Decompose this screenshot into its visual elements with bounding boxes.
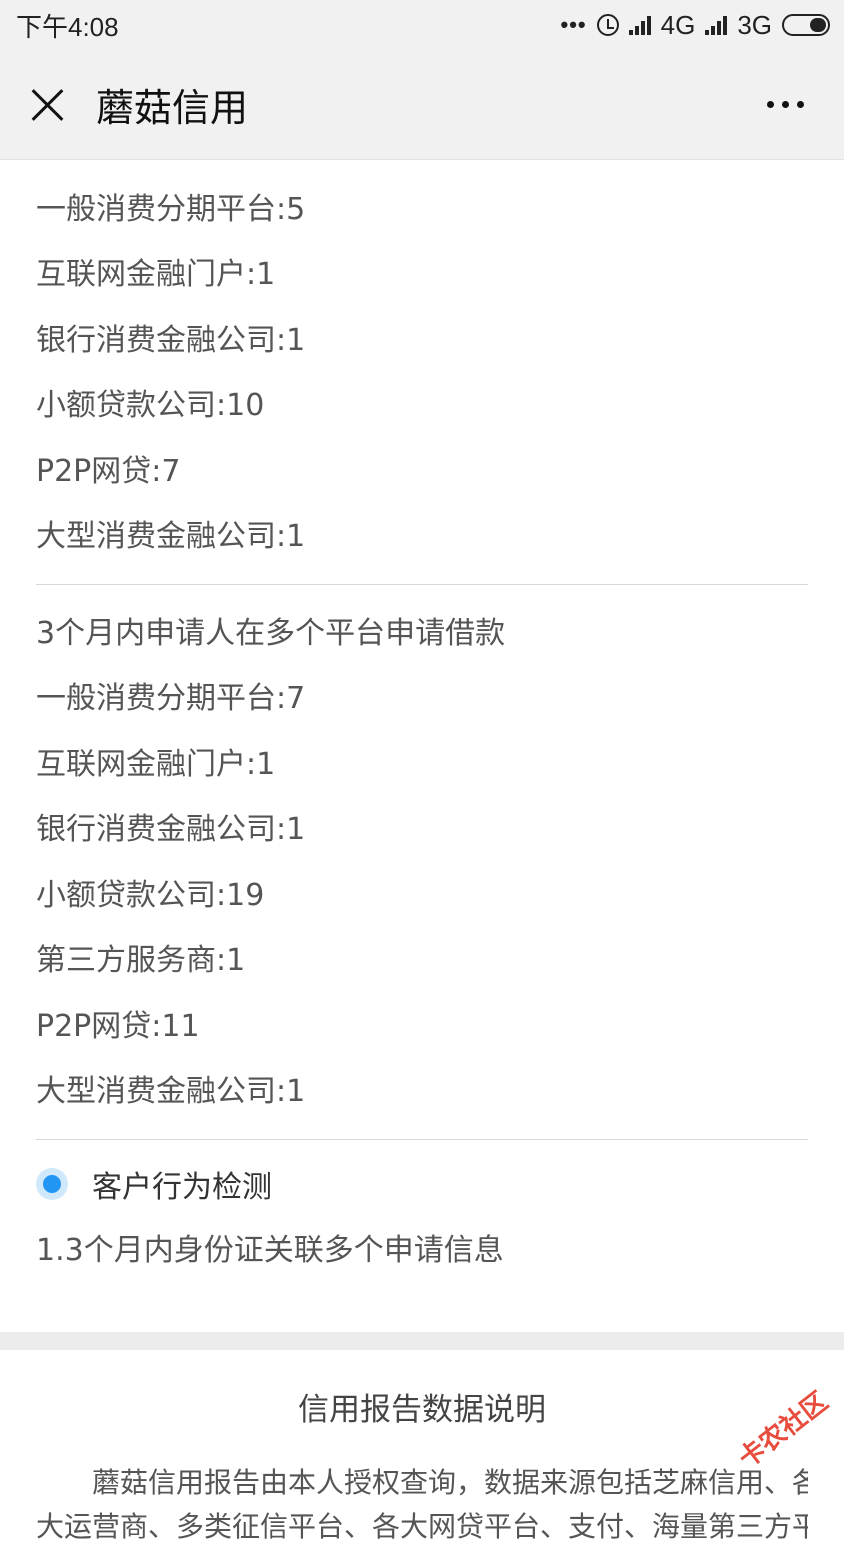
list-item: 大型消费金融公司:1 (36, 1074, 306, 1110)
list-item: P2P网贷:7 (36, 453, 181, 489)
close-icon[interactable] (30, 87, 66, 123)
list-item: 银行消费金融公司:1 (36, 812, 306, 848)
divider (36, 1139, 808, 1140)
list-item: 小额贷款公司:10 (36, 388, 265, 424)
list-item: 互联网金融门户:1 (36, 746, 276, 782)
signal-icon-2 (705, 15, 728, 35)
list-item: 第三方服务商:1 (36, 943, 246, 979)
signal-icon (628, 15, 651, 35)
report-footer: 信用报告数据说明 蘑菇信用报告由本人授权查询，数据来源包括芝麻信用、各 大运营商… (0, 1350, 844, 1543)
more-notifications-icon: ••• (560, 12, 587, 37)
platform-list-1: 一般消费分期平台:5 互联网金融门户:1 银行消费金融公司:1 小额贷款公司:1… (0, 161, 844, 566)
behavior-title: 客户行为检测 (92, 1170, 272, 1205)
status-time: 下午4:08 (16, 11, 119, 42)
list-item: 一般消费分期平台:5 (36, 191, 306, 227)
platform-list-2: 3个月内申请人在多个平台申请借款 一般消费分期平台:7 互联网金融门户:1 银行… (0, 585, 844, 1121)
list-item: 小额贷款公司:19 (36, 877, 265, 913)
more-options-icon[interactable] (757, 91, 814, 118)
nav-bar: 蘑菇信用 (0, 50, 844, 160)
alarm-icon (596, 14, 619, 36)
bullet-dot-icon (36, 1168, 68, 1200)
network-type-3g: 3G (737, 9, 772, 40)
footer-description-cont: 大运营商、多类征信平台、各大网贷平台、支付、海量第三方平 (36, 1510, 808, 1543)
section-heading: 3个月内申请人在多个平台申请借款 (36, 615, 506, 651)
status-icons: ••• 4G 3G (561, 10, 830, 41)
page-title: 蘑菇信用 (96, 86, 249, 130)
section-separator (0, 1332, 844, 1350)
footer-title: 信用报告数据说明 (298, 1392, 546, 1428)
list-item: 银行消费金融公司:1 (36, 322, 306, 358)
list-item: 互联网金融门户:1 (36, 257, 276, 293)
list-item: P2P网贷:11 (36, 1008, 200, 1044)
list-item: 大型消费金融公司:1 (36, 519, 306, 555)
behavior-header: 客户行为检测 (0, 1152, 844, 1216)
network-type-4g: 4G (660, 9, 696, 40)
report-content: 一般消费分期平台:5 互联网金融门户:1 银行消费金融公司:1 小额贷款公司:1… (0, 161, 844, 1278)
behavior-item: 1.3个月内身份证关联多个申请信息 (36, 1233, 504, 1268)
status-bar: 下午4:08 ••• 4G 3G (0, 0, 844, 50)
footer-description: 蘑菇信用报告由本人授权查询，数据来源包括芝麻信用、各 (92, 1466, 808, 1499)
list-item: 一般消费分期平台:7 (36, 681, 306, 717)
battery-icon (782, 14, 830, 36)
